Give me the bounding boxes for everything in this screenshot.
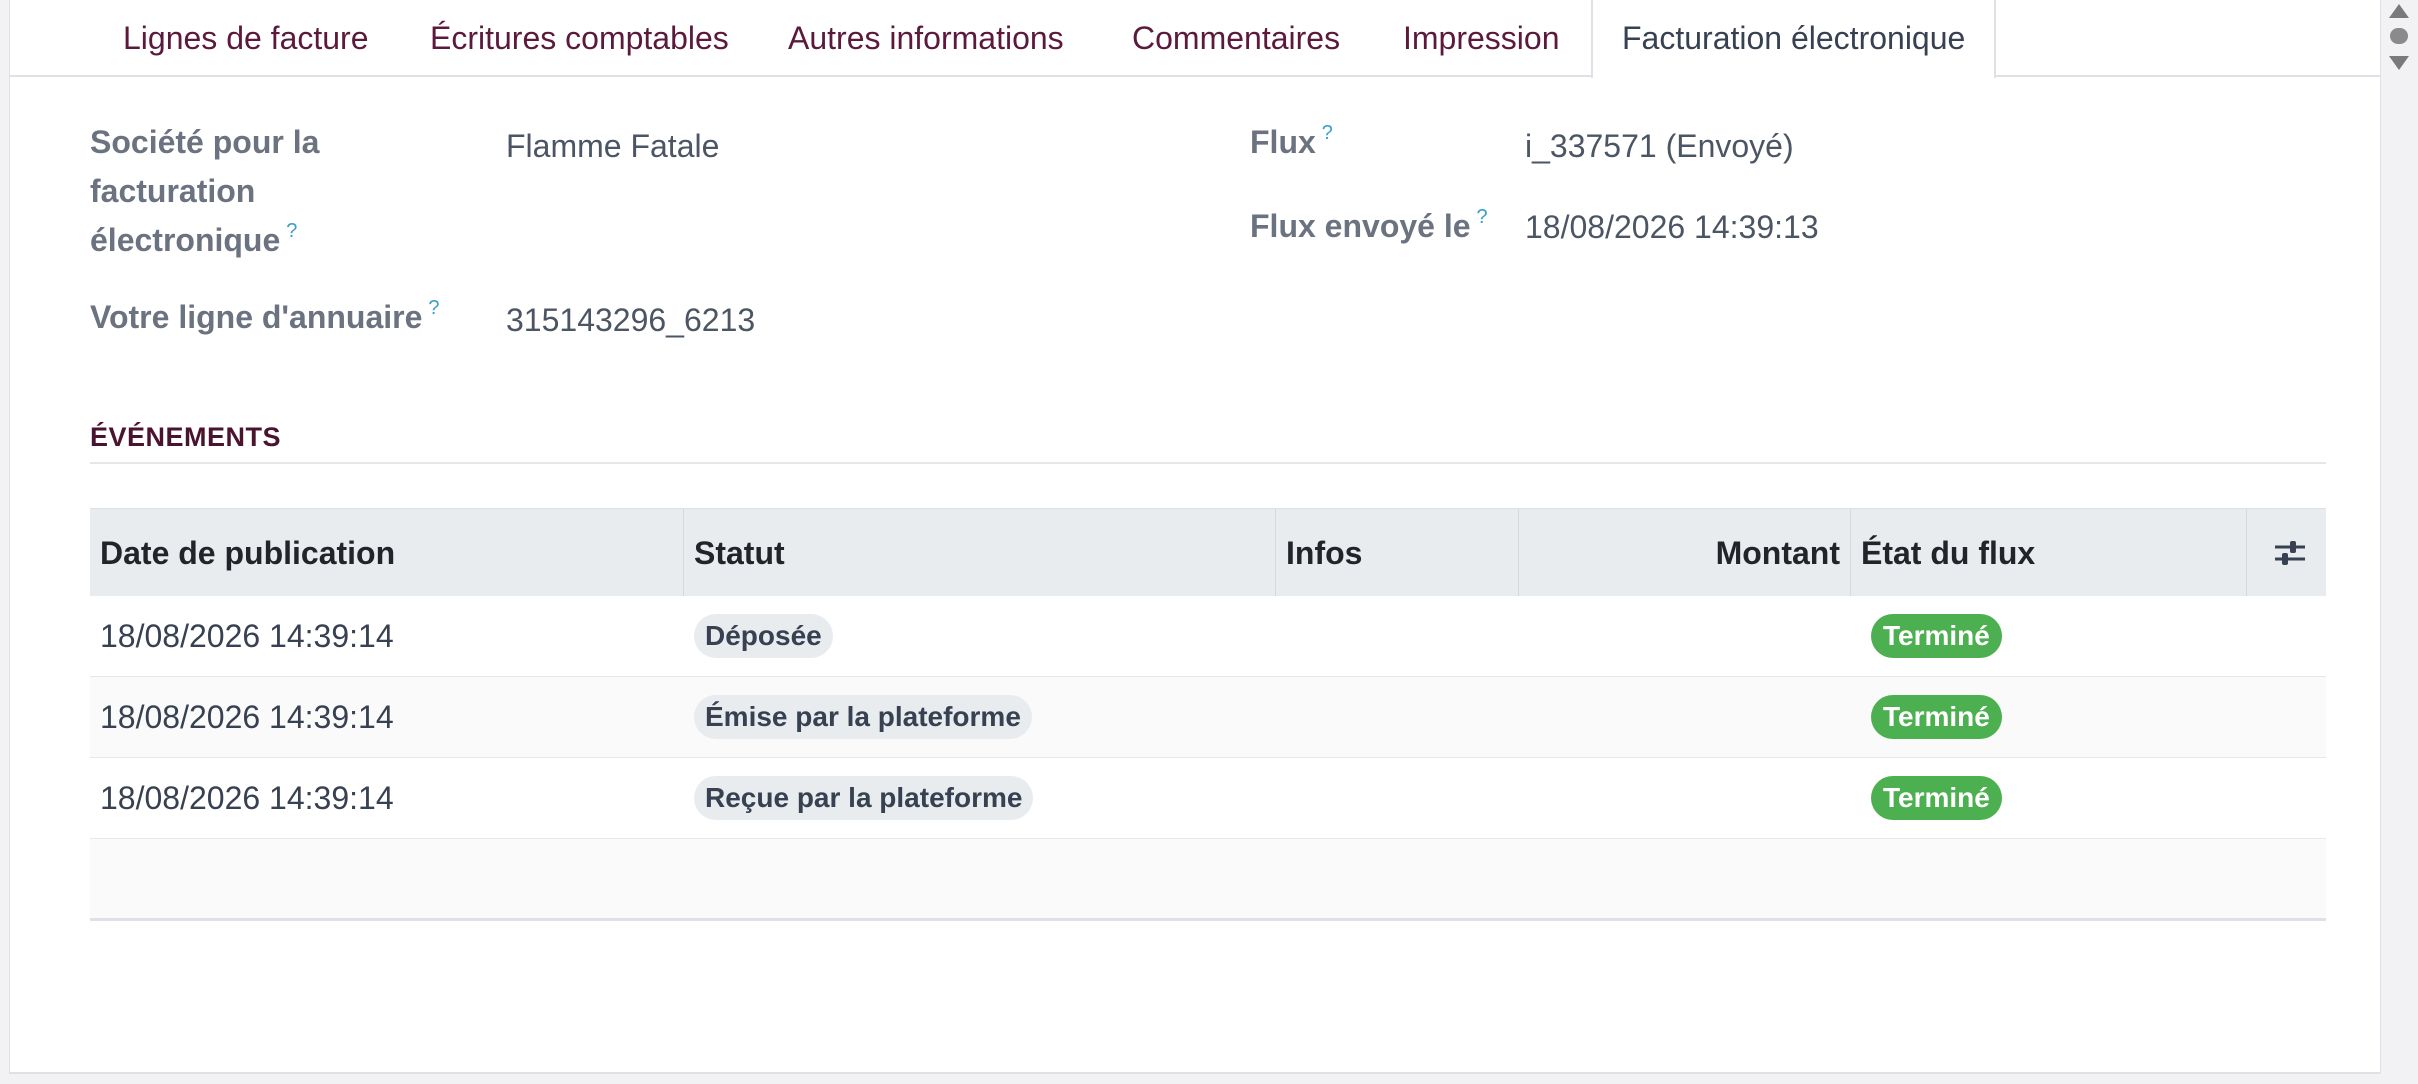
events-table: Date de publication Statut Infos Montant… (90, 508, 2326, 921)
section-divider (90, 462, 2326, 464)
company-label-line2: facturation (90, 173, 256, 209)
scroll-up-arrow-icon[interactable] (2389, 4, 2409, 18)
flow-label: Flux? (1250, 118, 1333, 172)
directory-value[interactable]: 315143296_6213 (506, 296, 755, 345)
column-header-amount[interactable]: Montant (1519, 509, 1851, 597)
tab-other-info[interactable]: Autres informations (788, 0, 1064, 77)
tab-journal-items[interactable]: Écritures comptables (430, 0, 729, 77)
sent-date-value: 18/08/2026 14:39:13 (1525, 209, 1819, 245)
help-icon[interactable]: ? (1322, 122, 1333, 144)
column-header-flow-state[interactable]: État du flux (1851, 509, 2247, 597)
cell-date: 18/08/2026 14:39:14 (100, 780, 394, 816)
status-badge: Reçue par la plateforme (694, 776, 1034, 820)
company-label-line1: Société pour la (90, 124, 320, 160)
status-badge: Déposée (694, 614, 833, 658)
column-header-infos[interactable]: Infos (1276, 509, 1519, 597)
company-value[interactable]: Flamme Fatale (506, 122, 719, 171)
table-row[interactable]: 18/08/2026 14:39:14 Reçue par la platefo… (90, 758, 2326, 839)
sent-date-label-text: Flux envoyé le (1250, 208, 1471, 244)
table-empty-row (90, 839, 2326, 921)
flow-label-text: Flux (1250, 124, 1316, 160)
flow-state-badge: Terminé (1871, 695, 2002, 739)
flow-state-badge: Terminé (1871, 614, 2002, 658)
cell-date: 18/08/2026 14:39:14 (100, 699, 394, 735)
help-icon[interactable]: ? (428, 297, 439, 319)
tab-invoice-lines[interactable]: Lignes de facture (123, 0, 369, 77)
flow-state-badge: Terminé (1871, 776, 2002, 820)
flow-value[interactable]: i_337571 (Envoyé) (1525, 122, 1794, 171)
table-header: Date de publication Statut Infos Montant… (90, 508, 2326, 597)
directory-label: Votre ligne d'annuaire? (90, 293, 440, 347)
directory-label-text: Votre ligne d'annuaire (90, 299, 423, 335)
table-row[interactable]: 18/08/2026 14:39:14 Émise par la platefo… (90, 677, 2326, 758)
company-label-text: électronique (90, 222, 281, 258)
sent-date-label: Flux envoyé le? (1250, 202, 1488, 256)
column-header-status[interactable]: Statut (684, 509, 1276, 597)
sliders-icon[interactable] (2272, 535, 2308, 571)
cell-date: 18/08/2026 14:39:14 (100, 618, 394, 654)
company-label-line3: électronique? (90, 216, 297, 270)
form-sheet: Lignes de facture Écritures comptables A… (9, 0, 2381, 1074)
status-badge: Émise par la plateforme (694, 695, 1032, 739)
table-row[interactable]: 18/08/2026 14:39:14 Déposée Terminé (90, 596, 2326, 677)
column-header-date[interactable]: Date de publication (90, 509, 684, 597)
scroll-down-arrow-icon[interactable] (2389, 56, 2409, 70)
help-icon[interactable]: ? (1477, 206, 1488, 228)
tab-printing[interactable]: Impression (1403, 0, 1560, 77)
tab-comments[interactable]: Commentaires (1132, 0, 1340, 77)
tab-electronic-invoicing[interactable]: Facturation électronique (1591, 0, 1997, 78)
help-icon[interactable]: ? (286, 220, 297, 242)
scrollbar[interactable] (2381, 0, 2418, 1084)
events-section-title: ÉVÉNEMENTS (90, 422, 282, 452)
scroll-thumb[interactable] (2390, 28, 2408, 44)
notebook-tabs: Lignes de facture Écritures comptables A… (10, 0, 2380, 78)
